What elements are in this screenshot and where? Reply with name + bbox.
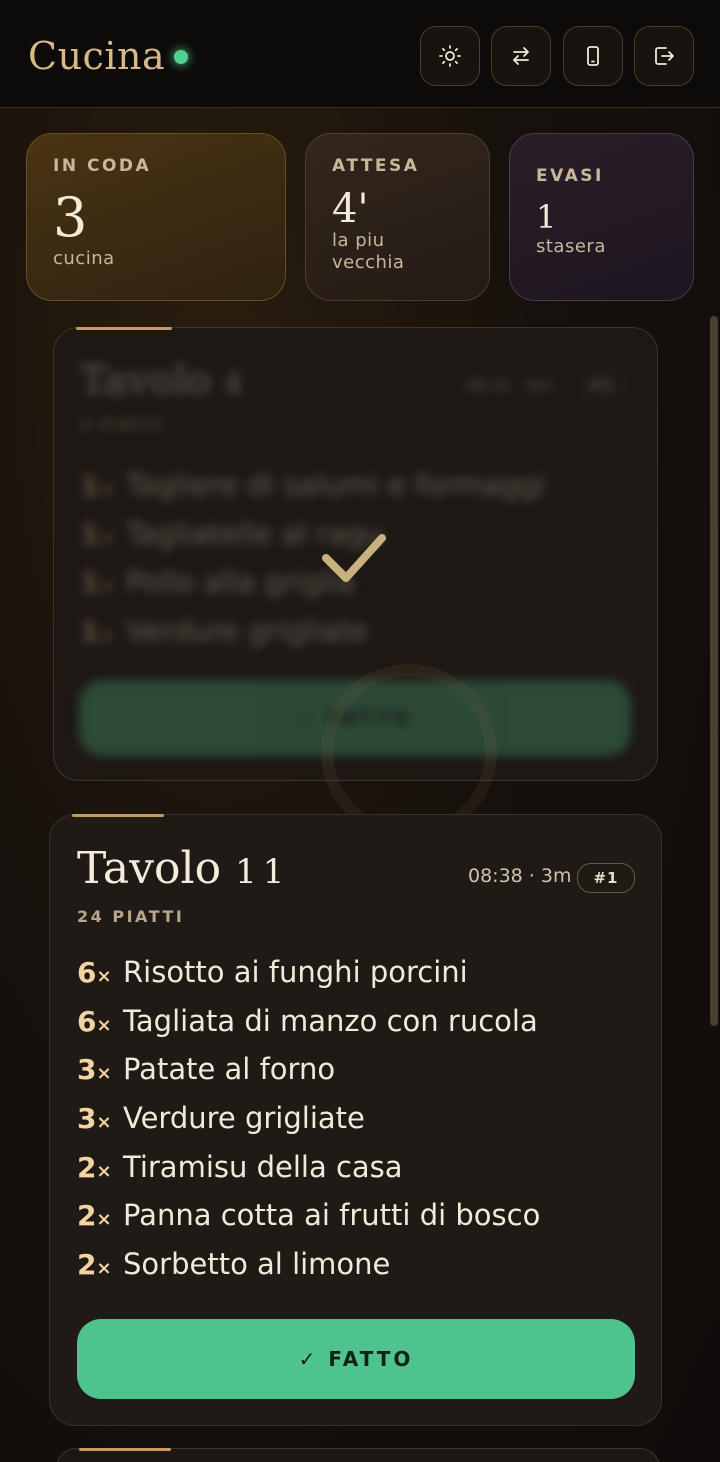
item-qty: 6× bbox=[77, 956, 112, 989]
order-item: 1× Tagliatelle al ragu bbox=[80, 516, 383, 551]
item-qty: 3× bbox=[77, 1102, 112, 1136]
swap-icon bbox=[513, 47, 529, 65]
card-accent bbox=[79, 1448, 171, 1451]
order-items: 6× Risotto ai funghi porcini 6× Tagliata d… bbox=[77, 955, 540, 1296]
order-dish-count: 4 PIATTI bbox=[80, 418, 165, 434]
item-dish: Risotto ai funghi porcini bbox=[123, 955, 468, 989]
scrollbar[interactable] bbox=[710, 316, 718, 1026]
logout-button[interactable] bbox=[634, 26, 694, 86]
item-qty: 2× bbox=[77, 1248, 112, 1282]
order-title: Tavolo 11 bbox=[77, 843, 291, 894]
order-time: 08:31 · 6m bbox=[466, 376, 554, 395]
order-badge: #1 bbox=[578, 372, 626, 398]
app-title: Cucina bbox=[28, 34, 166, 78]
order-item: 1× Pollo alla griglia bbox=[80, 565, 355, 600]
item-qty: 2× bbox=[77, 1150, 112, 1184]
stat-sub: la piu bbox=[332, 230, 385, 251]
stat-card-in-coda: IN CODA 3 cucina bbox=[26, 133, 286, 301]
stat-card-evasi: EVASI 1 stasera bbox=[509, 133, 694, 301]
order-item: 6× Risotto ai funghi porcini bbox=[77, 955, 540, 1004]
switch-view-button[interactable] bbox=[491, 26, 551, 86]
order-badge: #1 bbox=[577, 863, 635, 893]
order-item: 6× Tagliata di manzo con rucola bbox=[77, 1004, 540, 1053]
stat-label: EVASI bbox=[536, 166, 604, 186]
item-qty: 2× bbox=[77, 1199, 112, 1233]
stat-value: 1 bbox=[536, 198, 557, 236]
item-dish: Tiramisu della casa bbox=[123, 1149, 403, 1184]
check-icon bbox=[322, 534, 386, 582]
stat-sub: stasera bbox=[536, 236, 606, 257]
item-dish: Patate al forno bbox=[123, 1052, 336, 1087]
item-dish: Panna cotta ai frutti di bosco bbox=[123, 1198, 541, 1233]
stat-label: IN CODA bbox=[53, 156, 152, 176]
done-button[interactable]: ✓ FATTO bbox=[77, 1319, 635, 1399]
stat-label: ATTESA bbox=[332, 156, 420, 176]
item-dish: Sorbetto al limone bbox=[123, 1247, 391, 1282]
card-accent bbox=[72, 814, 164, 817]
order-item: 3× Patate al forno bbox=[77, 1052, 540, 1101]
app-header: Cucina bbox=[0, 0, 720, 108]
order-item: 2× Sorbetto al limone bbox=[77, 1247, 540, 1296]
stat-value: 3 bbox=[53, 186, 88, 249]
order-card: Tavolo 11 08:38 · 3m #1 24 PIATTI 6× Riso… bbox=[49, 814, 662, 1426]
order-card-next[interactable] bbox=[56, 1448, 660, 1462]
phone-icon bbox=[587, 46, 599, 66]
stat-sub: cucina bbox=[53, 248, 115, 269]
order-item: 1× Verdure grigliate bbox=[80, 614, 368, 649]
item-dish: Tagliata di manzo con rucola bbox=[123, 1003, 538, 1038]
item-dish: Verdure grigliate bbox=[123, 1101, 365, 1136]
theme-toggle-button[interactable] bbox=[420, 26, 480, 86]
logout-icon bbox=[655, 47, 674, 65]
stat-card-attesa: ATTESA 4' la piu vecchia bbox=[305, 133, 490, 301]
sun-icon bbox=[439, 45, 461, 67]
order-item: 2× Tiramisu della casa bbox=[77, 1150, 540, 1199]
mobile-view-button[interactable] bbox=[563, 26, 623, 86]
order-item: 3× Verdure grigliate bbox=[77, 1101, 540, 1150]
online-status-dot bbox=[174, 50, 188, 64]
item-qty: 3× bbox=[77, 1053, 112, 1087]
order-title: Tavolo 4 bbox=[80, 358, 243, 404]
order-item: 2× Panna cotta ai frutti di bosco bbox=[77, 1198, 540, 1247]
stat-sub: vecchia bbox=[332, 252, 405, 273]
order-time: 08:38 · 3m bbox=[468, 865, 572, 887]
order-item: 1× Tagliere di salumi e formaggi bbox=[80, 468, 546, 502]
item-qty: 6× bbox=[77, 1004, 112, 1038]
stat-value: 4' bbox=[332, 186, 369, 232]
order-items: 1× Tagliere di salumi e formaggi 1× Taglia… bbox=[80, 468, 545, 663]
order-dish-count: 24 PIATTI bbox=[77, 907, 185, 926]
